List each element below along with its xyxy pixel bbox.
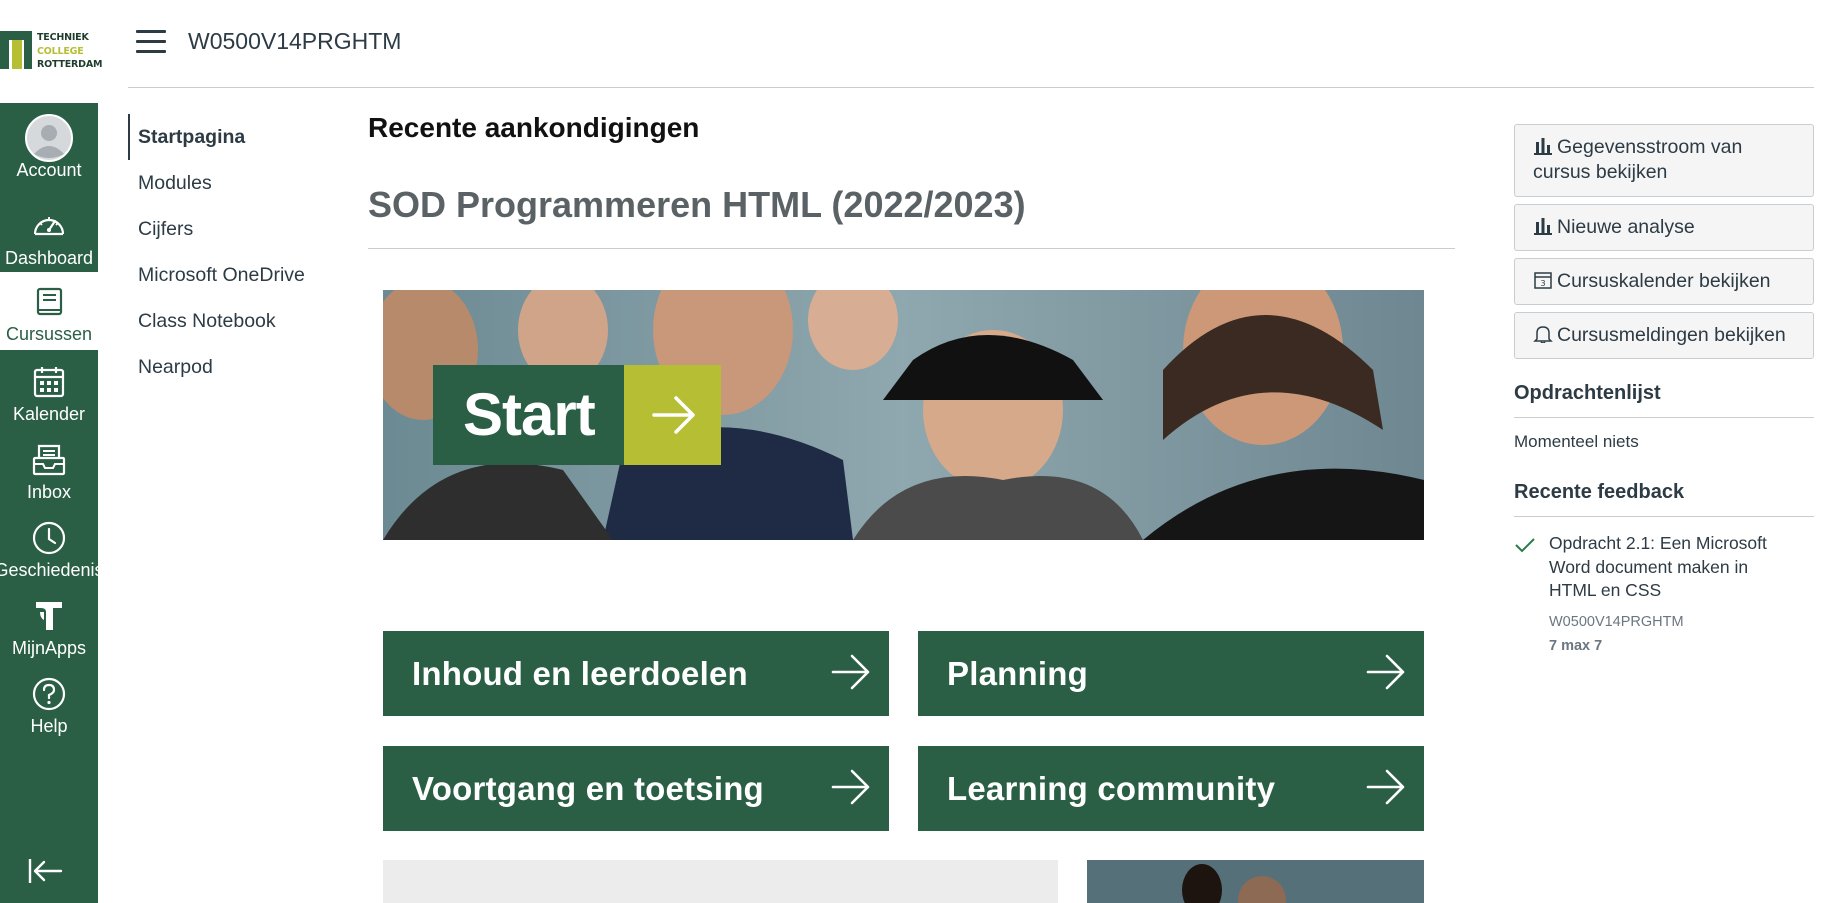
content-panel: [383, 860, 1058, 903]
svg-text:3: 3: [1540, 279, 1545, 288]
tile-planning[interactable]: Planning: [918, 631, 1424, 716]
logo-mark-icon: [0, 31, 32, 69]
view-course-calendar-button[interactable]: 3 Cursuskalender bekijken: [1514, 258, 1814, 305]
recent-feedback-heading: Recente feedback: [1514, 481, 1814, 517]
tile-label: Planning: [947, 655, 1088, 692]
nav-item-myapps[interactable]: MijnApps: [0, 586, 98, 664]
nav-item-history[interactable]: Geschiedenis: [0, 508, 104, 586]
arrow-right-icon: [1366, 654, 1405, 690]
bell-icon: [1533, 326, 1553, 343]
new-analytics-button[interactable]: Nieuwe analyse: [1514, 204, 1814, 251]
todo-heading: Opdrachtenlijst: [1514, 382, 1814, 418]
breadcrumb-course-code[interactable]: W0500V14PRGHTM: [188, 28, 401, 55]
nav-label-courses: Cursussen: [5, 324, 93, 344]
view-course-notifications-button[interactable]: Cursusmeldingen bekijken: [1514, 312, 1814, 359]
bar-chart-icon: [1534, 218, 1552, 235]
nav-item-dashboard[interactable]: Dashboard: [0, 196, 98, 274]
button-label: Cursuskalender bekijken: [1557, 270, 1771, 292]
bar-chart-icon: [1534, 138, 1552, 155]
tile-learning-community[interactable]: Learning community: [918, 746, 1424, 831]
course-nav-class-notebook[interactable]: Class Notebook: [128, 298, 348, 344]
course-header: W0500V14PRGHTM: [128, 0, 1814, 88]
tile-label: Inhoud en leerdoelen: [412, 655, 748, 692]
course-nav-home[interactable]: Startpagina: [128, 114, 348, 160]
nav-item-calendar[interactable]: Kalender: [0, 352, 98, 430]
course-nav-onedrive[interactable]: Microsoft OneDrive: [128, 252, 348, 298]
start-button[interactable]: Start: [433, 365, 721, 465]
calendar-icon: 3: [1534, 272, 1552, 289]
feedback-course-code: W0500V14PRGHTM: [1549, 614, 1684, 630]
speedometer-icon: [33, 217, 65, 236]
course-navigation: Startpagina Modules Cijfers Microsoft On…: [128, 114, 348, 390]
inbox-icon: [32, 444, 66, 476]
feedback-title-link[interactable]: Opdracht 2.1: Een Microsoft Word documen…: [1549, 532, 1789, 603]
recent-announcements-heading: Recente aankondigingen: [368, 112, 700, 143]
calendar-icon: [33, 367, 65, 398]
tile-label: Learning community: [947, 770, 1276, 807]
school-logo[interactable]: TECHNIEK COLLEGE ROTTERDAM: [0, 0, 102, 103]
tile-content-goals[interactable]: Inhoud en leerdoelen: [383, 631, 889, 716]
nav-item-account[interactable]: Account: [0, 108, 98, 186]
button-label: Gegevensstroom van cursus bekijken: [1533, 136, 1743, 183]
start-arrow-icon: [624, 365, 721, 465]
nav-label-calendar: Kalender: [12, 404, 86, 424]
course-nav-nearpod[interactable]: Nearpod: [128, 344, 348, 390]
global-navigation: TECHNIEK COLLEGE ROTTERDAM Account Dashb…: [0, 0, 104, 903]
hero-banner-image: Start: [383, 290, 1424, 540]
student-photo: [1087, 860, 1424, 903]
course-nav-grades[interactable]: Cijfers: [128, 206, 348, 252]
button-label: Nieuwe analyse: [1557, 216, 1695, 238]
nav-item-courses[interactable]: Cursussen: [0, 272, 98, 350]
page-title: SOD Programmeren HTML (2022/2023): [368, 184, 1026, 225]
view-course-stream-button[interactable]: Gegevensstroom van cursus bekijken: [1514, 124, 1814, 197]
book-icon: [36, 287, 63, 316]
feedback-score: 7 max 7: [1549, 638, 1603, 654]
arrow-right-icon: [831, 769, 870, 805]
nav-label-myapps: MijnApps: [11, 638, 87, 658]
nav-label-help: Help: [30, 716, 68, 736]
tile-label: Voortgang en toetsing: [412, 770, 764, 807]
collapse-arrow-icon[interactable]: [27, 856, 63, 886]
button-label: Cursusmeldingen bekijken: [1557, 324, 1786, 346]
clock-icon: [32, 521, 66, 555]
start-button-label: Start: [433, 365, 624, 465]
nav-label-history: Geschiedenis: [0, 560, 104, 580]
nav-label-inbox: Inbox: [26, 482, 72, 502]
nav-item-help[interactable]: Help: [0, 664, 98, 742]
tile-progress-assessment[interactable]: Voortgang en toetsing: [383, 746, 889, 831]
apps-logo-icon: [36, 602, 62, 630]
arrow-right-icon: [831, 654, 870, 690]
nav-label-account: Account: [16, 160, 82, 180]
hamburger-menu-icon[interactable]: [136, 30, 166, 54]
arrow-right-icon: [1366, 769, 1405, 805]
help-icon: [32, 677, 66, 711]
course-nav-modules[interactable]: Modules: [128, 160, 348, 206]
divider: [368, 248, 1455, 249]
nav-item-inbox[interactable]: Inbox: [0, 430, 98, 508]
nav-label-dashboard: Dashboard: [4, 248, 94, 268]
avatar-icon: [25, 114, 73, 162]
logo-wordmark: TECHNIEK COLLEGE ROTTERDAM: [37, 32, 103, 70]
checkmark-icon: [1515, 538, 1535, 553]
todo-empty-text: Momenteel niets: [1514, 432, 1639, 451]
